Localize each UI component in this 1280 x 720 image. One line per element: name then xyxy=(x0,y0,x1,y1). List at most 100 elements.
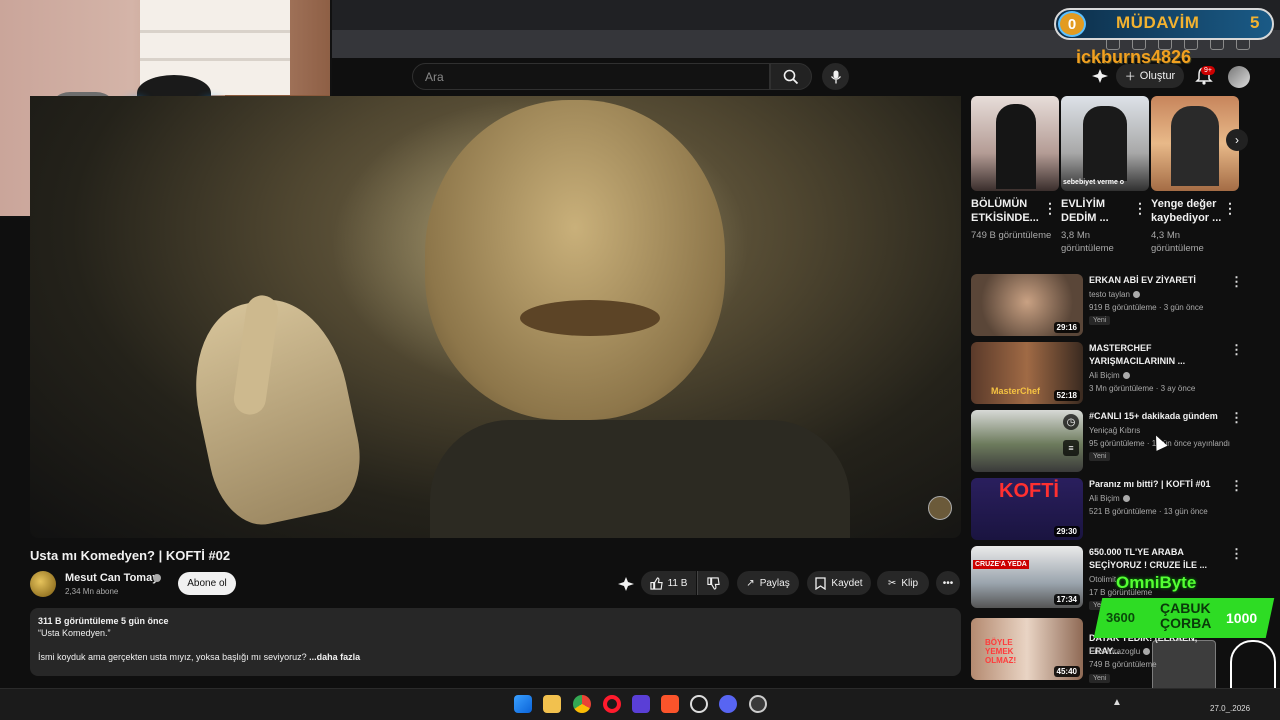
microphone-icon xyxy=(830,70,841,83)
account-avatar[interactable] xyxy=(1228,66,1250,88)
bookmark-icon xyxy=(815,576,827,590)
more-actions-button[interactable]: ••• xyxy=(936,571,960,595)
omnibyte-right-value: 1000 xyxy=(1226,610,1258,626)
recommendation-thumbnail[interactable]: ◷ ≡ xyxy=(971,410,1083,472)
recommendation-meta: 749 B görüntüleme xyxy=(1089,660,1157,669)
recommendation-menu-icon[interactable]: ⋮ xyxy=(1230,342,1243,358)
omnibyte-left-value: 3600 xyxy=(1106,610,1135,625)
notification-badge: 9+ xyxy=(1201,66,1215,75)
shorts-next-button[interactable]: › xyxy=(1226,129,1248,151)
recommendation-menu-icon[interactable]: ⋮ xyxy=(1230,546,1243,562)
video-subject-shirt xyxy=(430,420,850,538)
dislike-button[interactable] xyxy=(697,571,729,595)
widget-number: 5 xyxy=(1250,13,1260,32)
description-box[interactable]: 311 B görüntüleme 5 gün önce “Usta Komed… xyxy=(30,608,961,676)
recommendation-thumbnail[interactable]: KOFTİ 29:30 xyxy=(971,478,1083,540)
more-horizontal-icon: ••• xyxy=(942,577,954,589)
recommendation-menu-icon[interactable]: ⋮ xyxy=(1230,478,1243,494)
brave-icon[interactable] xyxy=(661,695,679,713)
mouse-cursor-icon xyxy=(1150,433,1168,451)
recommendation-channel[interactable]: testo taylan xyxy=(1089,290,1140,299)
thumbnail-caption: CRUZE'A YEDA xyxy=(973,560,1029,569)
recommendation-title[interactable]: 650.000 TL'YE ARABA SEÇİYORUZ ! CRUZE İL… xyxy=(1089,546,1224,572)
short-menu-icon[interactable]: ⋮ xyxy=(1133,200,1147,217)
recommendation-channel[interactable]: Yeniçağ Kıbrıs xyxy=(1089,426,1140,435)
short-figure xyxy=(1083,106,1127,181)
recommendation-channel[interactable]: Ali Biçim xyxy=(1089,371,1130,380)
new-badge: Yeni xyxy=(1089,316,1111,325)
verified-icon xyxy=(1132,291,1140,299)
app-icon[interactable] xyxy=(632,695,650,713)
discord-icon[interactable] xyxy=(719,695,737,713)
save-button[interactable]: Kaydet xyxy=(807,571,871,595)
short-menu-icon[interactable]: ⋮ xyxy=(1223,200,1237,217)
kofti-logo: KOFTİ xyxy=(999,480,1059,502)
recommendation-thumbnail[interactable]: MasterChef 52:18 xyxy=(971,342,1083,404)
like-button[interactable]: 11 B xyxy=(641,571,696,595)
channel-watermark-icon[interactable] xyxy=(928,496,952,520)
opera-icon[interactable] xyxy=(603,695,621,713)
ai-sparkle-button[interactable] xyxy=(1090,66,1110,86)
recommendation-channel[interactable]: Enis Kirazoglu xyxy=(1089,647,1151,656)
recommendation-title[interactable]: MASTERCHEF YARIŞMACILARININ ... xyxy=(1089,342,1224,368)
show-more-link[interactable]: ...daha fazla xyxy=(309,652,360,662)
video-subject-face xyxy=(425,100,725,420)
clip-button[interactable]: ✂ Klip xyxy=(877,571,929,595)
thumbs-up-icon xyxy=(649,576,663,590)
subscribe-button[interactable]: Abone ol xyxy=(178,572,236,595)
video-title: Usta mı Komedyen? | KOFTİ #02 xyxy=(30,548,231,563)
ask-ai-icon[interactable] xyxy=(618,577,634,591)
recommendation-meta: 521 B görüntüleme · 13 gün önce xyxy=(1089,507,1208,516)
recommendation-menu-icon[interactable]: ⋮ xyxy=(1230,274,1243,290)
recommendation-channel[interactable]: Otolimit xyxy=(1089,575,1116,584)
short-views: 4,3 Mn görüntüleme xyxy=(1151,230,1204,254)
short-title[interactable]: EVLİYİM DEDİM ... xyxy=(1061,197,1133,225)
channel-name[interactable]: Mesut Can Tomay xyxy=(65,572,158,584)
share-button[interactable]: ↗ Paylaş xyxy=(737,571,799,595)
scissors-icon: ✂ xyxy=(887,577,897,589)
recommendation-title[interactable]: Paranız mı bitti? | KOFTİ #01 xyxy=(1089,478,1224,491)
description-line: İsmi koyduk ama gerçekten usta mıyız, yo… xyxy=(38,652,310,662)
thumbnail-caption: BÖYLE YEMEK OLMAZ! xyxy=(985,638,1017,665)
windows-start-icon[interactable] xyxy=(514,695,532,713)
chrome-icon[interactable] xyxy=(573,695,591,713)
description-line: “Usta Komedyen.” xyxy=(38,628,111,638)
tray-chevron-icon[interactable]: ▲ xyxy=(1112,697,1122,708)
add-to-queue-icon[interactable]: ≡ xyxy=(1063,440,1079,456)
recommendation-thumbnail[interactable]: BÖYLE YEMEK OLMAZ! 45:40 xyxy=(971,618,1083,680)
video-duration: 17:34 xyxy=(1053,594,1080,605)
file-explorer-icon[interactable] xyxy=(543,695,561,713)
recommendation-channel[interactable]: Ali Biçim xyxy=(1089,494,1130,503)
widget-title: MÜDAVİM xyxy=(1116,13,1200,32)
shelf-board xyxy=(140,58,290,61)
recommendation-title[interactable]: #CANLI 15+ dakikada gündem xyxy=(1089,410,1224,423)
short-menu-icon[interactable]: ⋮ xyxy=(1043,200,1057,217)
short-title[interactable]: Yenge değer kaybediyor ... xyxy=(1151,197,1223,225)
widget-count-badge: 0 xyxy=(1058,11,1086,37)
create-label: Oluştur xyxy=(1139,70,1176,82)
verified-icon xyxy=(1143,648,1151,656)
search-input[interactable]: Ara xyxy=(412,63,770,90)
short-title[interactable]: BÖLÜMÜN ETKİSİNDE... xyxy=(971,197,1043,225)
short-figure xyxy=(1171,106,1219,186)
obs-icon[interactable] xyxy=(749,695,767,713)
chatgpt-icon[interactable] xyxy=(690,695,708,713)
clock-icon[interactable]: ◷ xyxy=(1063,414,1079,430)
recommendation-thumbnail[interactable]: 29:16 xyxy=(971,274,1083,336)
video-duration: 29:30 xyxy=(1053,526,1080,537)
short-views: 3,8 Mn görüntüleme xyxy=(1061,230,1114,254)
search-button[interactable] xyxy=(770,63,812,90)
verified-icon xyxy=(1122,495,1130,503)
omnibyte-label: OmniByte xyxy=(1116,573,1197,592)
like-count: 11 B xyxy=(667,577,688,589)
recommendation-title[interactable]: ERKAN ABİ EV ZİYARETİ xyxy=(1089,274,1224,287)
overlay-username: ickburns4826 xyxy=(1076,47,1192,67)
taskbar-date[interactable]: 27.0_.2026 xyxy=(1210,704,1250,713)
channel-avatar[interactable] xyxy=(30,571,56,597)
recommendation-thumbnail[interactable]: CRUZE'A YEDA 17:34 xyxy=(971,546,1083,608)
voice-search-button[interactable] xyxy=(822,63,849,90)
recommendation-menu-icon[interactable]: ⋮ xyxy=(1230,410,1243,426)
short-thumbnail[interactable]: sebebiyet verme o xyxy=(1061,96,1149,191)
short-thumbnail[interactable] xyxy=(971,96,1059,191)
sparkle-icon xyxy=(1092,69,1108,83)
